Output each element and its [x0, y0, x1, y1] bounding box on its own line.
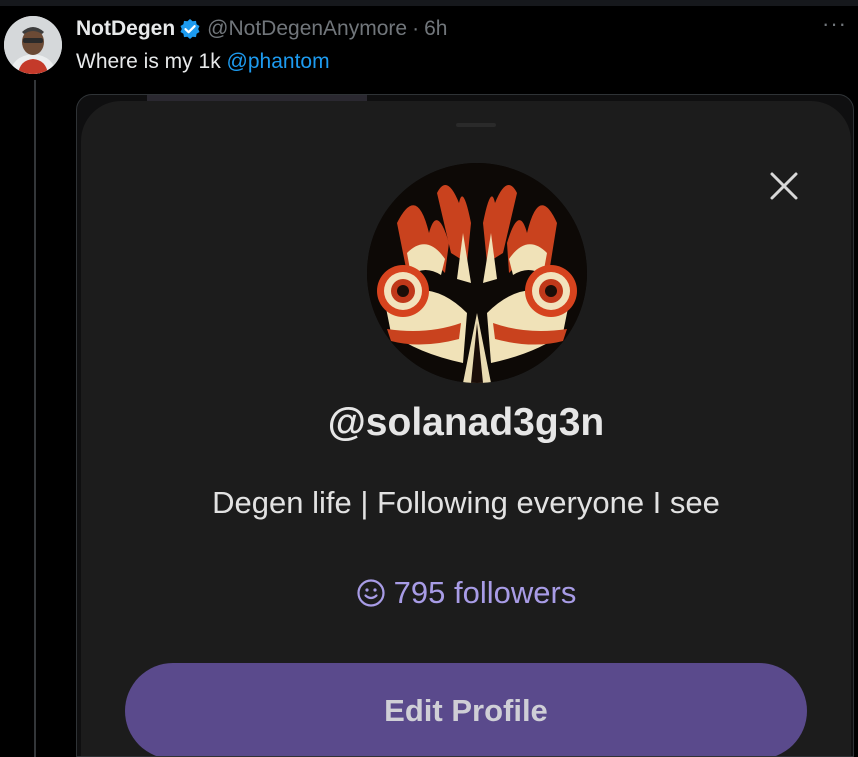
sheet-grabber	[456, 123, 496, 127]
profile-picture	[367, 163, 587, 383]
followers-count[interactable]: 795 followers	[81, 575, 851, 611]
separator-dot: ·	[412, 17, 420, 40]
mention-link[interactable]: @phantom	[227, 50, 330, 73]
tweet-header: NotDegen @NotDegenAnymore · 6h	[76, 16, 447, 42]
edit-profile-button[interactable]: Edit Profile	[125, 663, 807, 756]
close-icon[interactable]	[767, 169, 801, 203]
verified-badge-icon[interactable]	[179, 18, 201, 40]
followers-label: 795 followers	[393, 575, 577, 610]
timestamp[interactable]: 6h	[424, 17, 447, 41]
handle[interactable]: @NotDegenAnymore	[207, 17, 407, 41]
author-avatar[interactable]	[4, 16, 62, 74]
thread-line	[34, 80, 36, 757]
profile-username: @solanad3g3n	[327, 401, 605, 444]
tweet-text: Where is my 1k @phantom	[76, 50, 330, 74]
profile-sheet: @solanad3g3n Degen life | Following ever…	[81, 101, 851, 756]
more-options-icon[interactable]: ···	[822, 13, 847, 35]
smiley-icon	[356, 578, 386, 608]
tweet[interactable]: NotDegen @NotDegenAnymore · 6h ··· Where…	[0, 6, 858, 757]
profile-bio: Degen life | Following everyone I see	[212, 485, 720, 520]
display-name[interactable]: NotDegen	[76, 17, 175, 41]
tweet-body: Where is my 1k	[76, 50, 227, 73]
tweet-media[interactable]: @solanad3g3n Degen life | Following ever…	[76, 94, 854, 757]
